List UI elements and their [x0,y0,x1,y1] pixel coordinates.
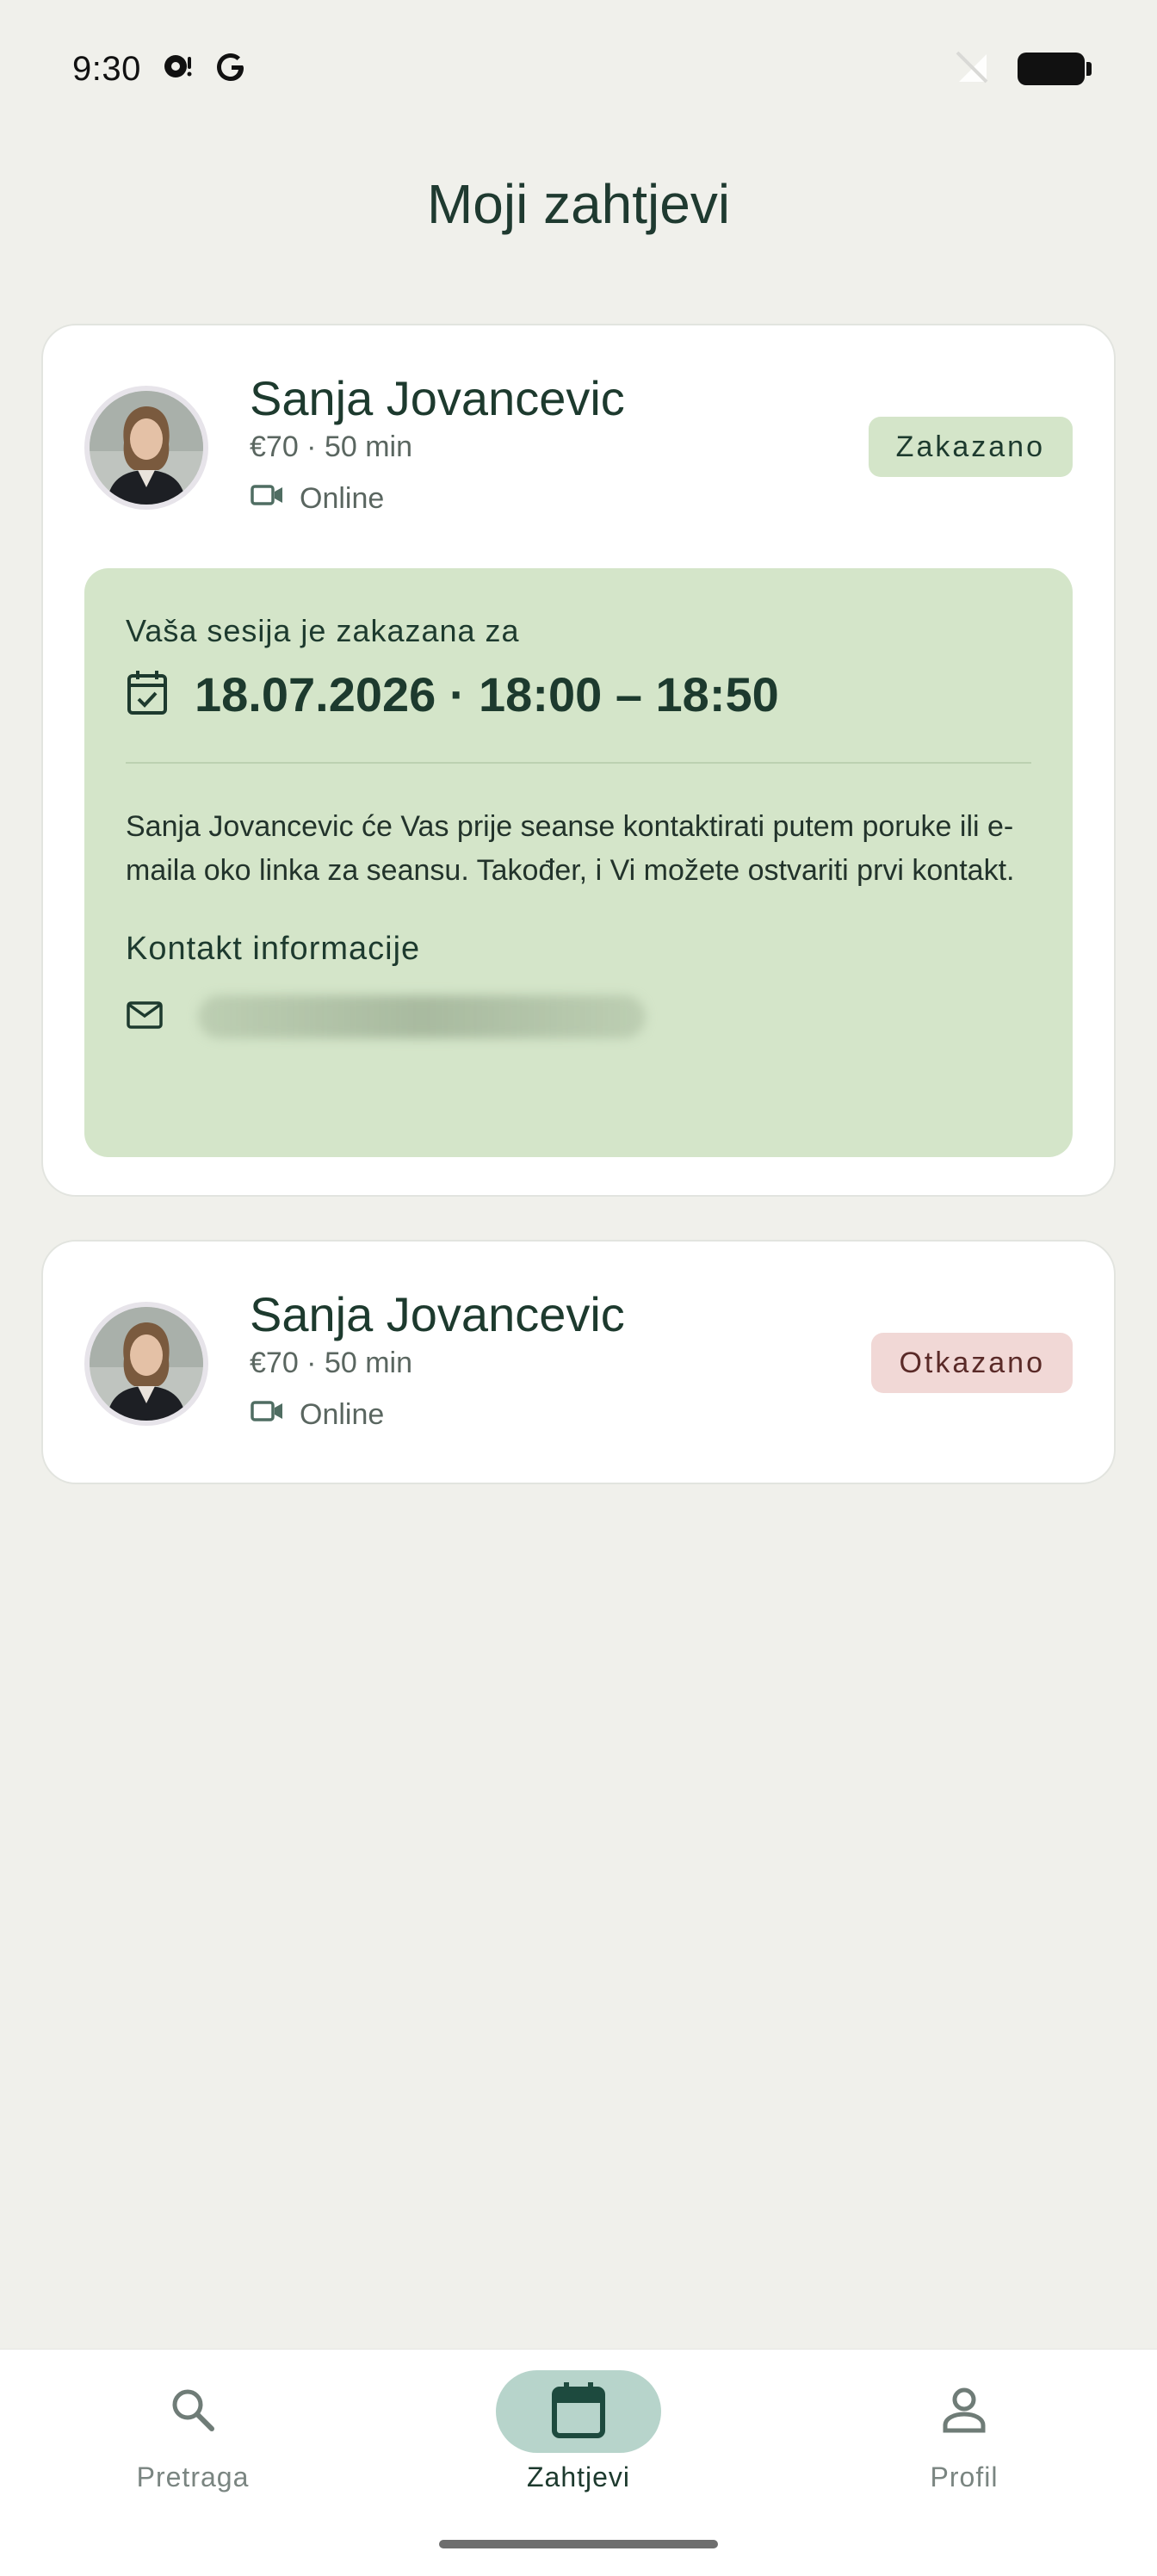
battery-icon [1018,53,1092,85]
status-bar: 9:30 [0,0,1157,138]
nav-icon-container [110,2370,275,2453]
provider-name: Sanja Jovancevic [250,371,625,425]
request-card-cancelled[interactable]: Sanja Jovancevic €70 · 50 min Online Otk… [41,1240,1116,1484]
request-card-header: Sanja Jovancevic €70 · 50 min Online Otk… [43,1242,1114,1457]
request-card-scheduled[interactable]: Sanja Jovancevic €70 · 50 min Online Zak… [41,324,1116,1197]
contact-email-row[interactable] [126,995,1031,1038]
session-caption: Vaša sesija je zakazana za [126,613,520,648]
avatar [84,1302,208,1426]
nav-label-requests: Zahtjevi [526,2461,631,2492]
home-indicator[interactable] [439,2540,718,2548]
nav-icon-container [882,2370,1047,2453]
status-right-icons [952,47,1092,91]
session-date-row: 18.07.2026 · 18:00 – 18:50 [126,666,1031,722]
nav-label-search: Pretraga [136,2461,250,2492]
mail-icon [126,1000,164,1035]
price-duration: €70 · 50 min [250,1347,412,1379]
video-camera-icon [250,482,286,516]
contact-email-redacted[interactable] [198,995,646,1038]
session-mode-label: Online [300,1398,385,1431]
nav-icon-container-active [496,2370,661,2453]
search-icon [167,2384,219,2440]
status-badge: Zakazano [868,417,1073,477]
google-icon [213,50,248,89]
session-note: Sanja Jovancevic će Vas prije seanse kon… [126,810,1015,887]
session-mode: Online [250,1398,384,1432]
signal-icon [952,47,992,91]
screen: 9:30 Moji zahtjevi Sanja Jovancevic €70 … [0,0,1157,2576]
status-time: 9:30 [72,49,141,88]
contact-heading: Kontakt informacije [126,931,421,967]
provider-name: Sanja Jovancevic [250,1287,625,1341]
nav-item-search[interactable]: Pretraga [64,2370,322,2493]
divider [126,762,1031,764]
price-duration: €70 · 50 min [250,430,412,463]
session-details: Vaša sesija je zakazana za 18.07.2026 · … [84,568,1073,1157]
session-datetime: 18.07.2026 · 18:00 – 18:50 [195,667,779,721]
status-badge: Otkazano [871,1333,1073,1393]
chat-bubble-icon [160,50,198,89]
calendar-check-icon [126,668,169,721]
session-mode: Online [250,482,384,516]
page-title: Moji zahtjevi [426,173,731,235]
nav-item-requests[interactable]: Zahtjevi [449,2370,708,2493]
status-notification-icons [160,50,248,89]
session-mode-label: Online [300,482,385,515]
nav-label-profile: Profil [930,2461,999,2492]
request-card-header: Sanja Jovancevic €70 · 50 min Online Zak… [43,325,1114,541]
video-camera-icon [250,1398,286,1432]
calendar-icon [551,2381,606,2443]
avatar [84,386,208,510]
person-icon [938,2384,990,2440]
nav-item-profile[interactable]: Profil [835,2370,1093,2493]
